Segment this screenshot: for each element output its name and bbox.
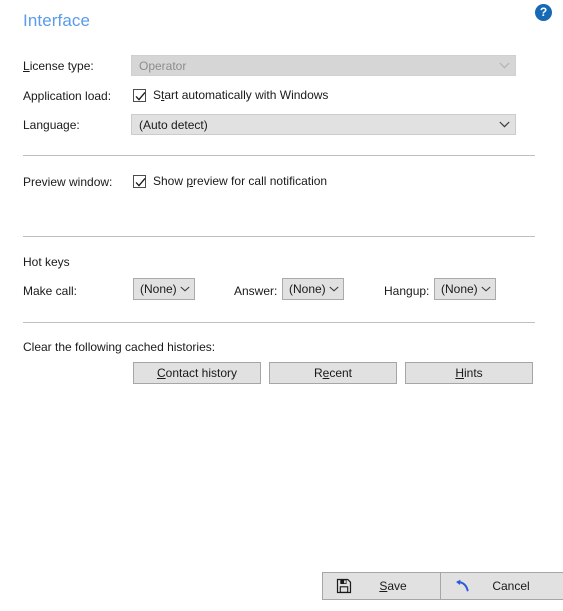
undo-arrow-icon (454, 578, 470, 594)
save-button[interactable]: Save (322, 572, 450, 600)
answer-label: Answer: (234, 284, 278, 298)
btn-post: cent (329, 366, 353, 380)
language-select[interactable]: (Auto detect) (131, 114, 516, 135)
start-with-windows-checkbox[interactable]: Start automatically with Windows (133, 88, 328, 102)
start-with-windows-label: Start automatically with Windows (153, 88, 328, 102)
help-question-icon[interactable]: ? (535, 4, 552, 21)
make-call-label: Make call: (23, 284, 78, 298)
language-value: (Auto detect) (139, 117, 208, 132)
make-call-hotkey-select[interactable]: (None) (133, 278, 195, 300)
license-type-value: Operator (139, 58, 187, 73)
clear-contact-history-label: Contact history (157, 366, 237, 380)
hangup-hotkey-select[interactable]: (None) (434, 278, 496, 300)
btn-accel: H (455, 366, 464, 380)
btn-post: ontact history (165, 366, 238, 380)
license-type-select: Operator (131, 55, 516, 76)
btn-pre: R (313, 366, 323, 380)
save-button-label: Save (365, 579, 406, 593)
cancel-button-label: Cancel (478, 579, 529, 593)
language-label: Language: (23, 118, 80, 132)
ck-pre: S (153, 88, 162, 102)
ck-post: art automatically with Windows (164, 88, 329, 102)
btn-post: ave (387, 579, 407, 593)
hangup-hotkey-value: (None) (441, 282, 478, 296)
hot-keys-heading: Hot keys (23, 255, 70, 269)
clear-cache-heading: Clear the following cached histories: (23, 340, 216, 354)
clear-recent-button[interactable]: Recent (269, 362, 397, 384)
ck-post: review for call notification (193, 174, 328, 188)
make-call-hotkey-value: (None) (140, 282, 177, 296)
clear-recent-label: Recent (314, 366, 352, 380)
chevron-down-icon (479, 286, 492, 292)
chevron-down-icon (497, 62, 511, 69)
answer-hotkey-value: (None) (289, 282, 326, 296)
cancel-button[interactable]: Cancel (440, 572, 563, 600)
floppy-disk-icon (336, 578, 352, 594)
license-type-label-accel: L (23, 59, 30, 73)
license-type-label: License type: (23, 59, 94, 73)
license-type-label-rest: icense type: (29, 59, 94, 73)
checkbox-box (133, 174, 146, 188)
chevron-down-icon (178, 286, 191, 292)
btn-post: Cancel (492, 579, 530, 593)
show-preview-label: Show preview for call notification (153, 174, 327, 188)
divider-3 (23, 322, 535, 323)
btn-accel: C (156, 366, 166, 380)
hangup-label: Hangup: (384, 284, 430, 298)
checkbox-box (133, 88, 146, 102)
show-preview-checkbox[interactable]: Show preview for call notification (133, 174, 327, 188)
preview-window-label: Preview window: (23, 175, 113, 189)
clear-hints-button[interactable]: Hints (405, 362, 533, 384)
clear-hints-label: Hints (455, 366, 482, 380)
divider-1 (23, 155, 535, 156)
answer-hotkey-select[interactable]: (None) (282, 278, 344, 300)
clear-contact-history-button[interactable]: Contact history (133, 362, 261, 384)
ck-pre: Show (153, 174, 187, 188)
application-load-label: Application load: (23, 89, 112, 103)
page-title: Interface (23, 11, 91, 30)
divider-2 (23, 236, 535, 237)
chevron-down-icon (327, 286, 340, 292)
chevron-down-icon (497, 121, 511, 128)
btn-post: ints (463, 366, 483, 380)
